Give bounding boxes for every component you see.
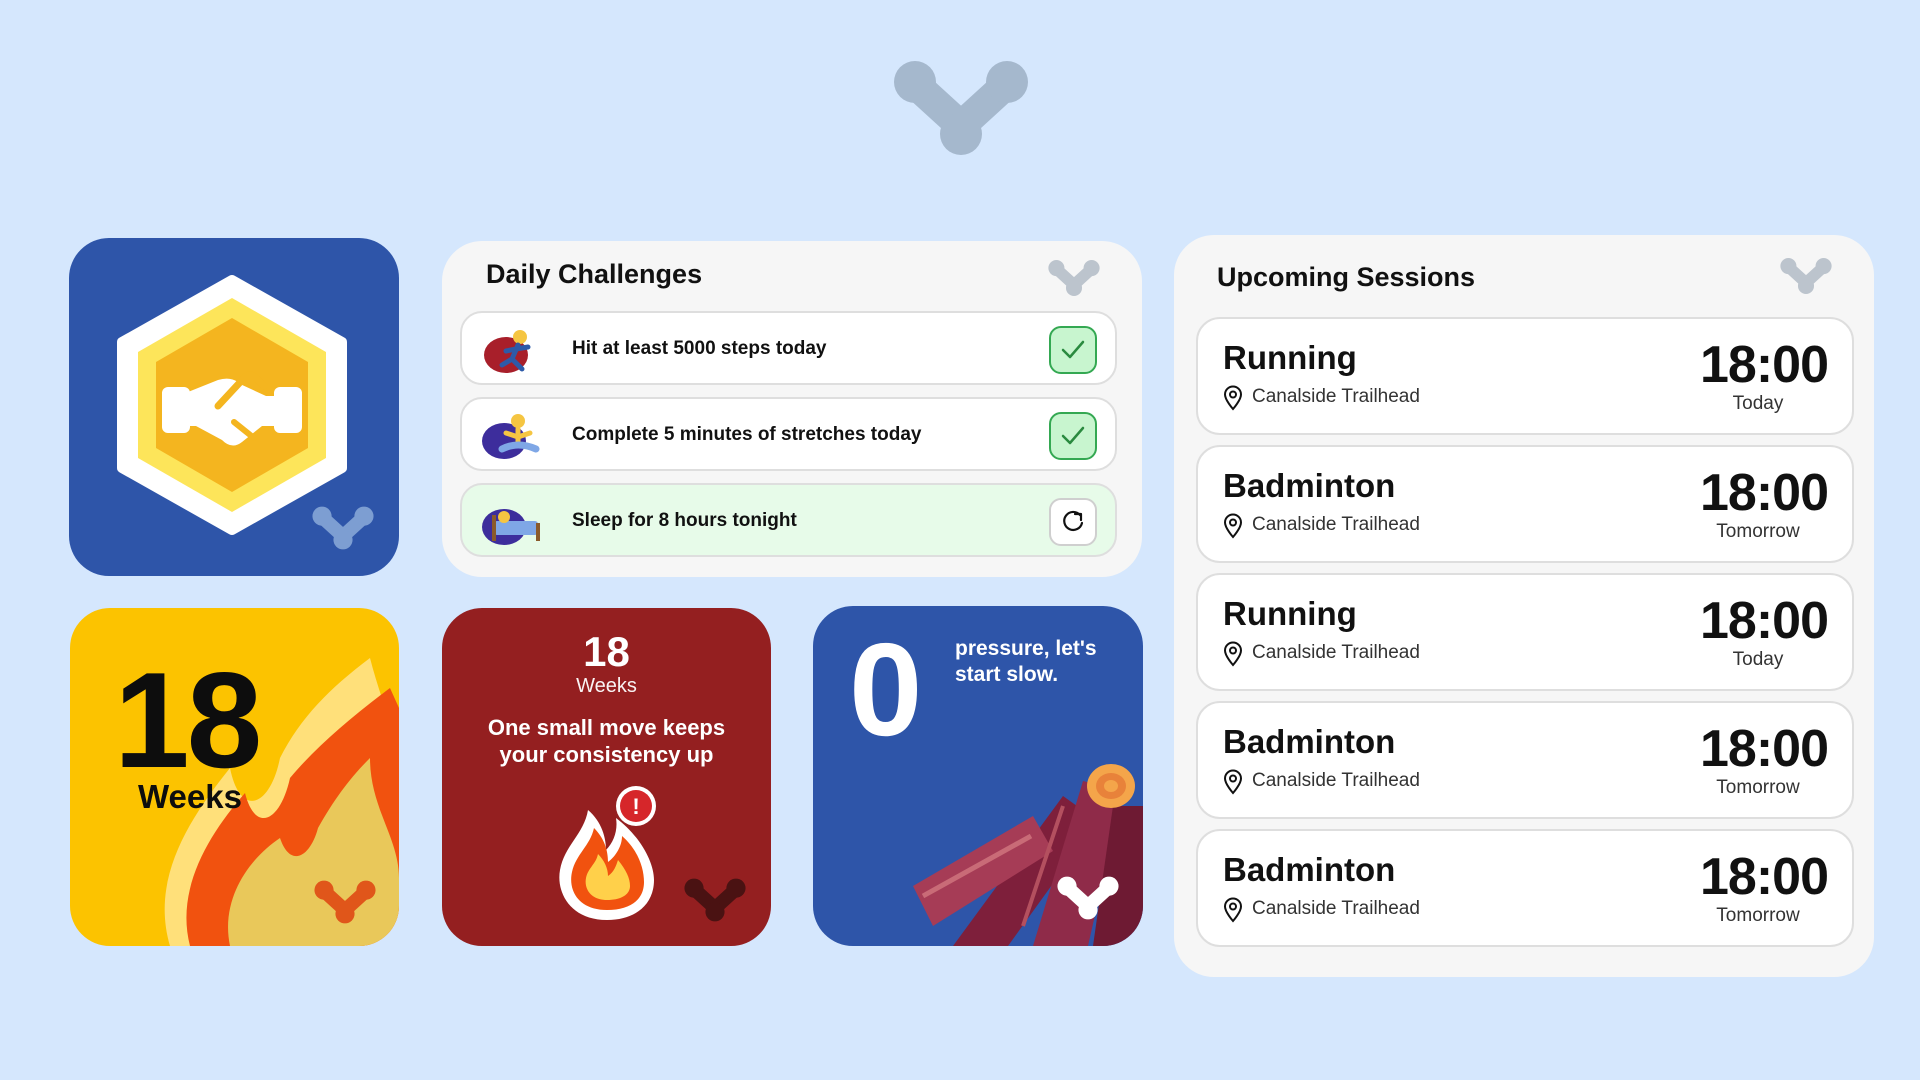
reminder-count: 18 bbox=[583, 628, 630, 675]
person-in-bed-icon bbox=[482, 509, 540, 545]
brand-watermark-icon bbox=[1048, 259, 1100, 297]
session-name: Badminton bbox=[1223, 467, 1396, 504]
checkmark-icon bbox=[1061, 426, 1085, 445]
session-location: Canalside Trailhead bbox=[1252, 898, 1420, 919]
session-location: Canalside Trailhead bbox=[1252, 386, 1420, 407]
session-time: 18:00 bbox=[1700, 336, 1829, 394]
zero-message: pressure, let's start slow. bbox=[955, 637, 1097, 686]
session-name: Badminton bbox=[1223, 851, 1396, 888]
svg-text:!: ! bbox=[632, 794, 639, 819]
challenge-checkbox-completed[interactable] bbox=[1049, 326, 1097, 374]
zero-count: 0 bbox=[849, 616, 923, 763]
brand-watermark-icon bbox=[314, 880, 376, 924]
session-day: Today bbox=[1732, 649, 1784, 670]
challenge-label: Complete 5 minutes of stretches today bbox=[572, 424, 922, 445]
streak-unit: Weeks bbox=[138, 778, 242, 815]
location-pin-icon bbox=[1223, 769, 1243, 795]
location-pin-icon bbox=[1223, 513, 1243, 539]
flame-alert-icon: ! bbox=[559, 786, 656, 920]
session-time: 18:00 bbox=[1700, 592, 1829, 650]
consistency-reminder-widget[interactable]: 18 Weeks One small move keeps your consi… bbox=[442, 608, 771, 946]
session-time: 18:00 bbox=[1700, 464, 1829, 522]
session-day: Today bbox=[1732, 393, 1784, 414]
session-location: Canalside Trailhead bbox=[1252, 514, 1420, 535]
session-name: Running bbox=[1223, 595, 1357, 632]
badge-widget[interactable] bbox=[69, 238, 399, 576]
checkmark-icon bbox=[1061, 340, 1085, 359]
session-row[interactable]: Badminton Canalside Trailhead 18:00 Tomo… bbox=[1196, 445, 1854, 563]
session-day: Tomorrow bbox=[1716, 777, 1800, 798]
location-pin-icon bbox=[1223, 897, 1243, 923]
upcoming-sessions-card: Upcoming Sessions Running Canalside Trai… bbox=[1174, 235, 1874, 977]
session-name: Badminton bbox=[1223, 723, 1396, 760]
brand-watermark-icon bbox=[312, 506, 374, 550]
challenge-label: Sleep for 8 hours tonight bbox=[572, 510, 797, 531]
location-pin-icon bbox=[1223, 385, 1243, 411]
streak-count: 18 bbox=[114, 644, 262, 796]
challenge-row-stretches[interactable]: Complete 5 minutes of stretches today bbox=[460, 397, 1117, 471]
running-person-icon bbox=[484, 330, 531, 373]
challenge-row-sleep[interactable]: Sleep for 8 hours tonight bbox=[460, 483, 1117, 557]
session-location: Canalside Trailhead bbox=[1252, 770, 1420, 791]
daily-challenges-title: Daily Challenges bbox=[486, 259, 703, 289]
reminder-unit: Weeks bbox=[576, 675, 637, 697]
session-time: 18:00 bbox=[1700, 720, 1829, 778]
brand-watermark-icon bbox=[684, 878, 746, 922]
session-name: Running bbox=[1223, 339, 1357, 376]
session-row[interactable]: Running Canalside Trailhead 18:00 Today bbox=[1196, 317, 1854, 435]
challenge-label: Hit at least 5000 steps today bbox=[572, 338, 827, 359]
daily-challenges-card: Daily Challenges Hit at least 5000 steps… bbox=[442, 241, 1142, 577]
challenge-refresh-button[interactable] bbox=[1049, 498, 1097, 546]
reminder-message: One small move keeps your consistency up bbox=[487, 715, 726, 767]
hexagon-badge-icon bbox=[117, 275, 347, 535]
streak-widget[interactable]: 18 Weeks bbox=[70, 608, 399, 946]
refresh-icon bbox=[1063, 510, 1084, 532]
session-time: 18:00 bbox=[1700, 848, 1829, 906]
session-location: Canalside Trailhead bbox=[1252, 642, 1420, 663]
brand-watermark-icon bbox=[1780, 257, 1832, 295]
session-row[interactable]: Running Canalside Trailhead 18:00 Today bbox=[1196, 573, 1854, 691]
upcoming-sessions-title: Upcoming Sessions bbox=[1217, 262, 1476, 292]
location-pin-icon bbox=[1223, 641, 1243, 667]
session-day: Tomorrow bbox=[1716, 905, 1800, 926]
zero-pressure-widget[interactable]: 0 pressure, let's start slow. bbox=[813, 606, 1143, 946]
brand-logo-icon bbox=[893, 60, 1029, 156]
meditating-person-icon bbox=[482, 414, 540, 459]
brand-watermark-icon bbox=[1057, 876, 1119, 920]
session-day: Tomorrow bbox=[1716, 521, 1800, 542]
session-row[interactable]: Badminton Canalside Trailhead 18:00 Tomo… bbox=[1196, 829, 1854, 947]
challenge-row-steps[interactable]: Hit at least 5000 steps today bbox=[460, 311, 1117, 385]
session-row[interactable]: Badminton Canalside Trailhead 18:00 Tomo… bbox=[1196, 701, 1854, 819]
challenge-checkbox-completed[interactable] bbox=[1049, 412, 1097, 460]
